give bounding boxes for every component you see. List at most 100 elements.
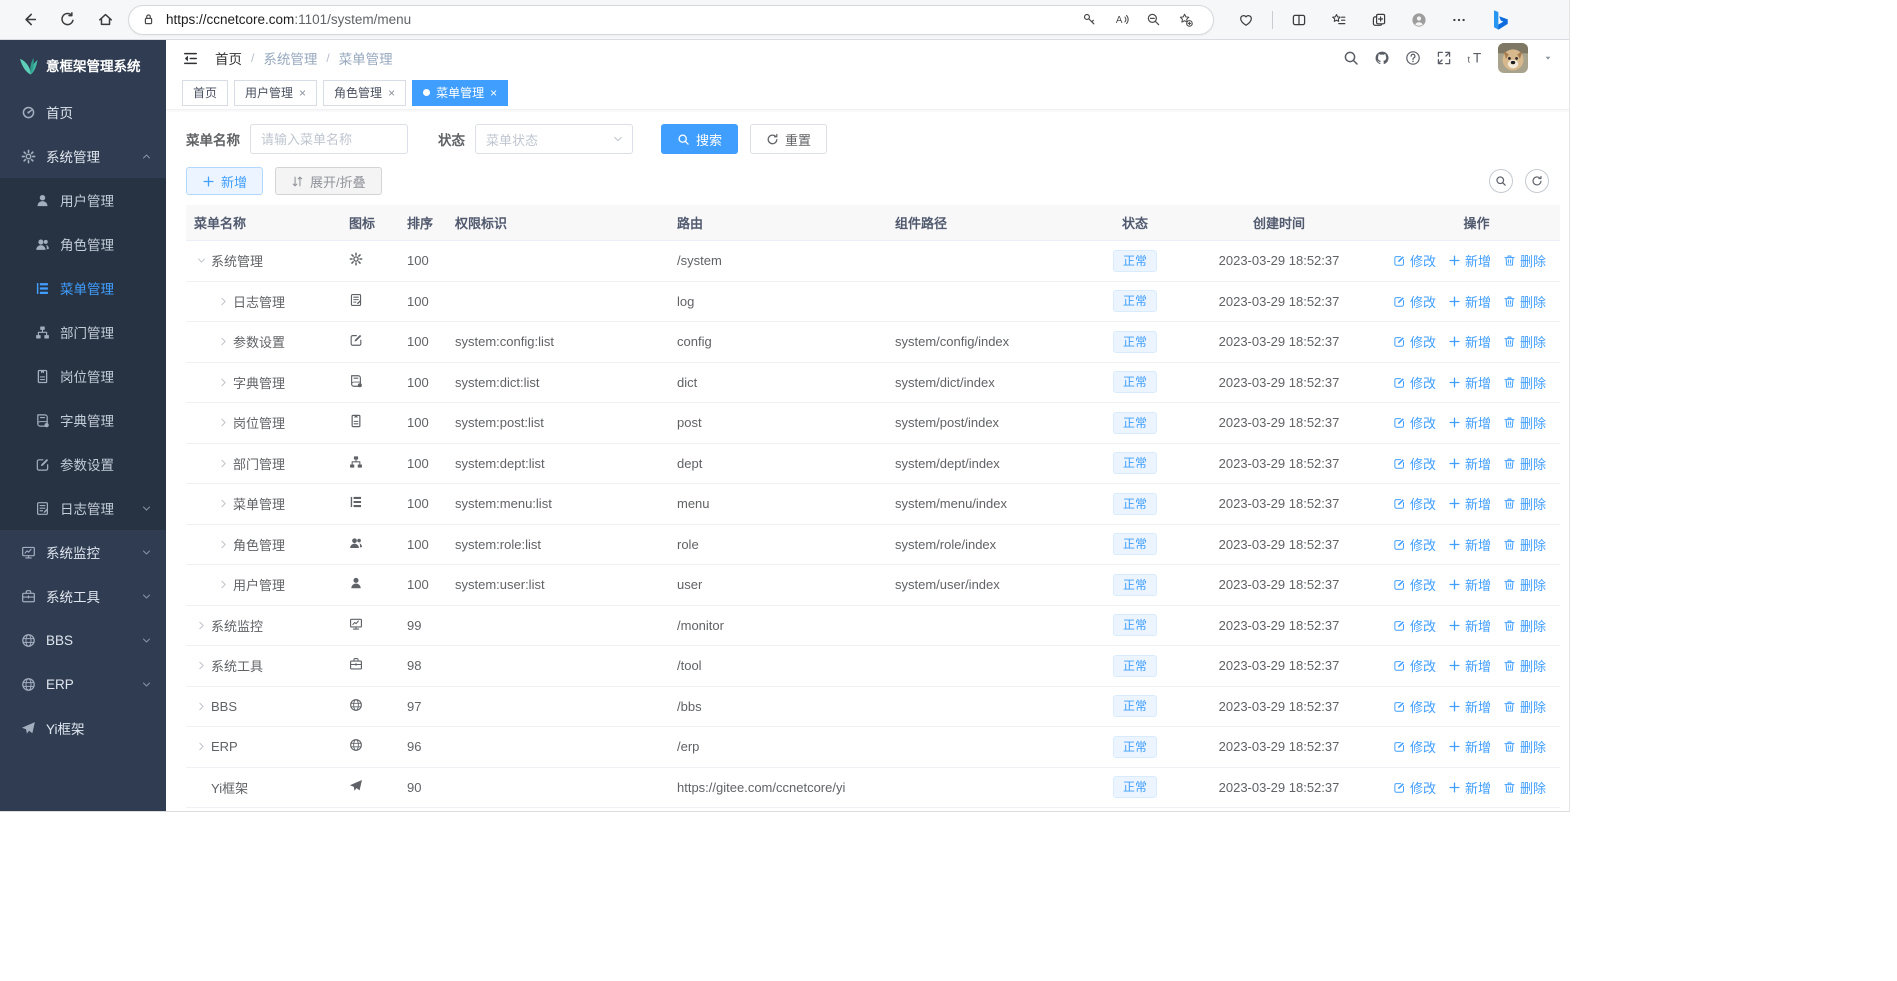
split-screen-icon[interactable] [1281,5,1317,35]
search-icon[interactable] [1343,50,1359,66]
help-icon[interactable] [1405,50,1421,66]
edit-action[interactable]: 修改 [1393,616,1436,635]
delete-action[interactable]: 删除 [1503,373,1546,392]
reset-button[interactable]: 重置 [750,124,828,154]
sidebar-item-gear-1[interactable]: 系统管理 [0,134,166,178]
edit-action[interactable]: 修改 [1393,575,1436,594]
add-action[interactable]: 新增 [1448,535,1491,554]
font-size-icon[interactable]: tT [1467,50,1483,66]
collapse-sidebar-icon[interactable] [182,50,199,67]
tree-expand-icon[interactable] [216,498,230,509]
edit-action[interactable]: 修改 [1393,494,1436,513]
breadcrumb-item[interactable]: 系统管理 [263,48,317,68]
tab-1[interactable]: 用户管理 × [234,79,318,106]
password-key-icon[interactable] [1073,6,1105,34]
tree-expand-icon[interactable] [216,539,230,550]
edit-action[interactable]: 修改 [1393,454,1436,473]
expand-collapse-button[interactable]: 展开/折叠 [275,167,382,195]
add-action[interactable]: 新增 [1448,332,1491,351]
add-favorite-icon[interactable] [1169,6,1201,34]
sidebar-item-globe-13[interactable]: ERP [0,662,166,706]
github-icon[interactable] [1374,50,1390,66]
delete-action[interactable]: 删除 [1503,616,1546,635]
add-action[interactable]: 新增 [1448,373,1491,392]
search-button[interactable]: 搜索 [661,124,739,154]
add-action[interactable]: 新增 [1448,656,1491,675]
add-action[interactable]: 新增 [1448,454,1491,473]
site-lock-icon[interactable] [141,12,156,27]
delete-action[interactable]: 删除 [1503,737,1546,756]
profile-avatar-icon[interactable] [1401,5,1437,35]
browser-back-button[interactable] [10,5,48,35]
add-button[interactable]: 新增 [186,167,264,195]
sidebar-item-globe-12[interactable]: BBS [0,618,166,662]
tree-expand-icon[interactable] [216,336,230,347]
delete-action[interactable]: 删除 [1503,778,1546,797]
delete-action[interactable]: 删除 [1503,697,1546,716]
delete-action[interactable]: 删除 [1503,332,1546,351]
tree-expand-icon[interactable] [216,579,230,590]
tree-expand-icon[interactable] [194,660,208,671]
delete-action[interactable]: 删除 [1503,413,1546,432]
sidebar-item-menu-list-4[interactable]: 菜单管理 [0,266,166,310]
sidebar-item-user-2[interactable]: 用户管理 [0,178,166,222]
tree-expand-icon[interactable] [194,701,208,712]
sidebar-item-org-tree-5[interactable]: 部门管理 [0,310,166,354]
add-action[interactable]: 新增 [1448,778,1491,797]
add-action[interactable]: 新增 [1448,737,1491,756]
add-action[interactable]: 新增 [1448,292,1491,311]
breadcrumb-item[interactable]: 首页 [215,48,242,68]
tab-0[interactable]: 首页 [182,79,229,106]
browser-menu-icon[interactable] [1441,5,1477,35]
add-action[interactable]: 新增 [1448,575,1491,594]
close-icon[interactable]: × [299,86,306,100]
delete-action[interactable]: 删除 [1503,292,1546,311]
sidebar-item-users-3[interactable]: 角色管理 [0,222,166,266]
edit-action[interactable]: 修改 [1393,292,1436,311]
add-action[interactable]: 新增 [1448,413,1491,432]
read-aloud-icon[interactable]: A [1105,6,1137,34]
collections-icon[interactable] [1321,5,1357,35]
close-icon[interactable]: × [388,86,395,100]
tree-collapse-icon[interactable] [194,255,208,266]
tab-copy-icon[interactable] [1361,5,1397,35]
edit-action[interactable]: 修改 [1393,697,1436,716]
add-action[interactable]: 新增 [1448,616,1491,635]
sidebar-item-monitor-10[interactable]: 系统监控 [0,530,166,574]
add-action[interactable]: 新增 [1448,697,1491,716]
tree-expand-icon[interactable] [216,458,230,469]
delete-action[interactable]: 删除 [1503,535,1546,554]
edit-action[interactable]: 修改 [1393,251,1436,270]
edit-action[interactable]: 修改 [1393,535,1436,554]
browser-essentials-icon[interactable] [1228,5,1264,35]
status-select[interactable]: 菜单状态 [475,124,633,154]
tree-expand-icon[interactable] [194,741,208,752]
edit-action[interactable]: 修改 [1393,413,1436,432]
chevron-down-icon[interactable] [1543,53,1553,63]
tree-expand-icon[interactable] [194,620,208,631]
edit-action[interactable]: 修改 [1393,778,1436,797]
close-icon[interactable]: × [490,86,497,100]
edit-action[interactable]: 修改 [1393,737,1436,756]
tree-expand-icon[interactable] [216,417,230,428]
add-action[interactable]: 新增 [1448,251,1491,270]
delete-action[interactable]: 删除 [1503,454,1546,473]
breadcrumb-item[interactable]: 菜单管理 [339,48,393,68]
bing-chat-icon[interactable] [1487,7,1513,33]
zoom-out-icon[interactable] [1137,6,1169,34]
menu-name-input[interactable] [250,124,408,154]
sidebar-item-dict-book-7[interactable]: 字典管理 [0,398,166,442]
delete-action[interactable]: 删除 [1503,656,1546,675]
browser-refresh-button[interactable] [48,5,86,35]
add-action[interactable]: 新增 [1448,494,1491,513]
delete-action[interactable]: 删除 [1503,494,1546,513]
show-search-toggle-button[interactable] [1489,169,1513,193]
tree-expand-icon[interactable] [216,377,230,388]
delete-action[interactable]: 删除 [1503,575,1546,594]
edit-action[interactable]: 修改 [1393,332,1436,351]
tree-expand-icon[interactable] [216,296,230,307]
sidebar-item-edit-square-8[interactable]: 参数设置 [0,442,166,486]
sidebar-item-toolbox-11[interactable]: 系统工具 [0,574,166,618]
tab-2[interactable]: 角色管理 × [323,79,407,106]
sidebar-item-plane-14[interactable]: Yi框架 [0,706,166,750]
